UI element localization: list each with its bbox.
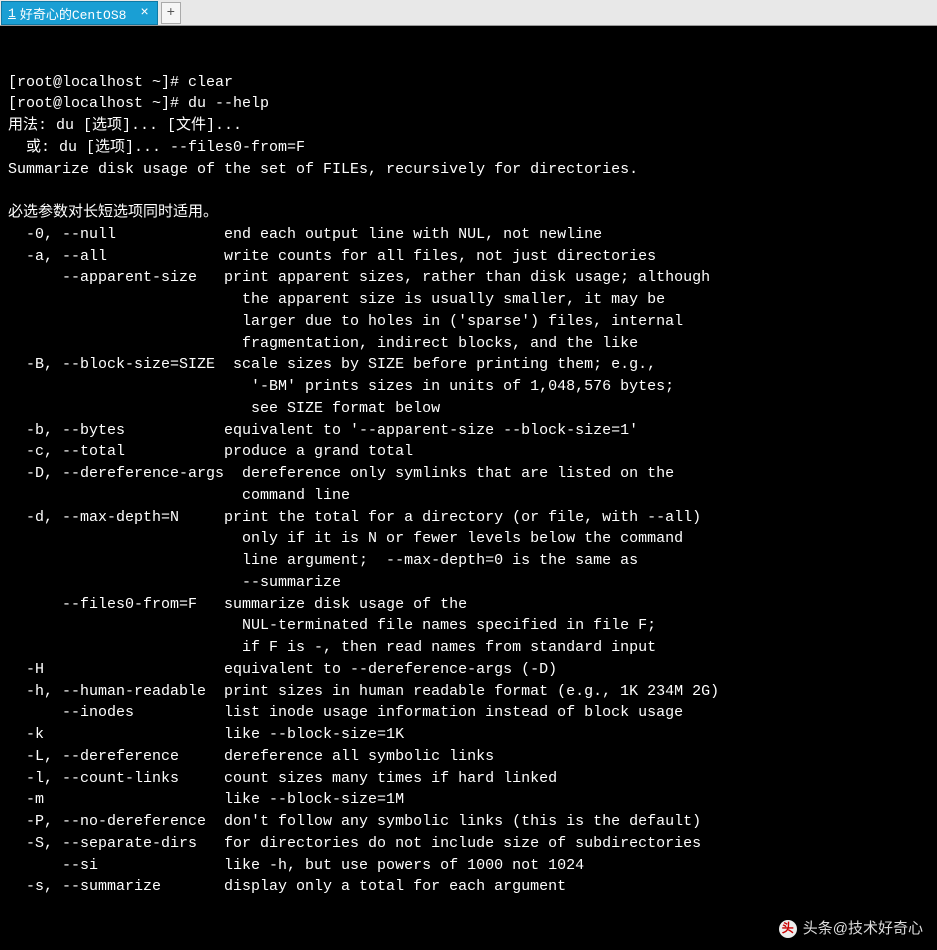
terminal-line: --si like -h, but use powers of 1000 not…	[8, 855, 929, 877]
terminal-line: 或: du [选项]... --files0-from=F	[8, 137, 929, 159]
terminal-line: -B, --block-size=SIZE scale sizes by SIZ…	[8, 354, 929, 376]
terminal-line: -a, --all write counts for all files, no…	[8, 246, 929, 268]
terminal-line: -D, --dereference-args dereference only …	[8, 463, 929, 485]
terminal-line: [root@localhost ~]# du --help	[8, 93, 929, 115]
terminal-line: line argument; --max-depth=0 is the same…	[8, 550, 929, 572]
terminal-line: NUL-terminated file names specified in f…	[8, 615, 929, 637]
terminal-window: 1 好奇心的CentOS8 × + [root@localhost ~]# cl…	[0, 0, 937, 950]
terminal-line	[8, 180, 929, 202]
tab-number: 1	[8, 6, 16, 21]
terminal-line: -0, --null end each output line with NUL…	[8, 224, 929, 246]
terminal-line: -b, --bytes equivalent to '--apparent-si…	[8, 420, 929, 442]
terminal-line: 必选参数对长短选项同时适用。	[8, 202, 929, 224]
terminal-line: -d, --max-depth=N print the total for a …	[8, 507, 929, 529]
terminal-line: '-BM' prints sizes in units of 1,048,576…	[8, 376, 929, 398]
terminal-line: [root@localhost ~]# clear	[8, 72, 929, 94]
terminal-line: 用法: du [选项]... [文件]...	[8, 115, 929, 137]
terminal-line: Summarize disk usage of the set of FILEs…	[8, 159, 929, 181]
terminal-line: fragmentation, indirect blocks, and the …	[8, 333, 929, 355]
terminal-body[interactable]: [root@localhost ~]# clear[root@localhost…	[0, 26, 937, 950]
terminal-line: if F is -, then read names from standard…	[8, 637, 929, 659]
terminal-line: -k like --block-size=1K	[8, 724, 929, 746]
terminal-line: --summarize	[8, 572, 929, 594]
terminal-line: -c, --total produce a grand total	[8, 441, 929, 463]
terminal-line: -m like --block-size=1M	[8, 789, 929, 811]
terminal-line: -h, --human-readable print sizes in huma…	[8, 681, 929, 703]
tab-bar: 1 好奇心的CentOS8 × +	[0, 0, 937, 26]
watermark-author: @技术好奇心	[833, 918, 923, 940]
terminal-line: see SIZE format below	[8, 398, 929, 420]
terminal-line: -L, --dereference dereference all symbol…	[8, 746, 929, 768]
terminal-line: --files0-from=F summarize disk usage of …	[8, 594, 929, 616]
terminal-line: -l, --count-links count sizes many times…	[8, 768, 929, 790]
tab-active[interactable]: 1 好奇心的CentOS8 ×	[1, 1, 158, 25]
terminal-line: the apparent size is usually smaller, it…	[8, 289, 929, 311]
terminal-line: -H equivalent to --dereference-args (-D)	[8, 659, 929, 681]
terminal-line: -P, --no-dereference don't follow any sy…	[8, 811, 929, 833]
watermark-prefix: 头条	[803, 918, 833, 940]
tab-title: 好奇心的CentOS8	[20, 4, 127, 23]
terminal-line: -s, --summarize display only a total for…	[8, 876, 929, 898]
add-tab-button[interactable]: +	[161, 2, 181, 24]
terminal-line: --inodes list inode usage information in…	[8, 702, 929, 724]
terminal-line: -S, --separate-dirs for directories do n…	[8, 833, 929, 855]
watermark: 头 头条 @技术好奇心	[779, 918, 923, 940]
watermark-logo-icon: 头	[779, 920, 797, 938]
terminal-line: only if it is N or fewer levels below th…	[8, 528, 929, 550]
close-icon[interactable]: ×	[140, 5, 148, 21]
terminal-line: command line	[8, 485, 929, 507]
terminal-line: larger due to holes in ('sparse') files,…	[8, 311, 929, 333]
terminal-line: --apparent-size print apparent sizes, ra…	[8, 267, 929, 289]
